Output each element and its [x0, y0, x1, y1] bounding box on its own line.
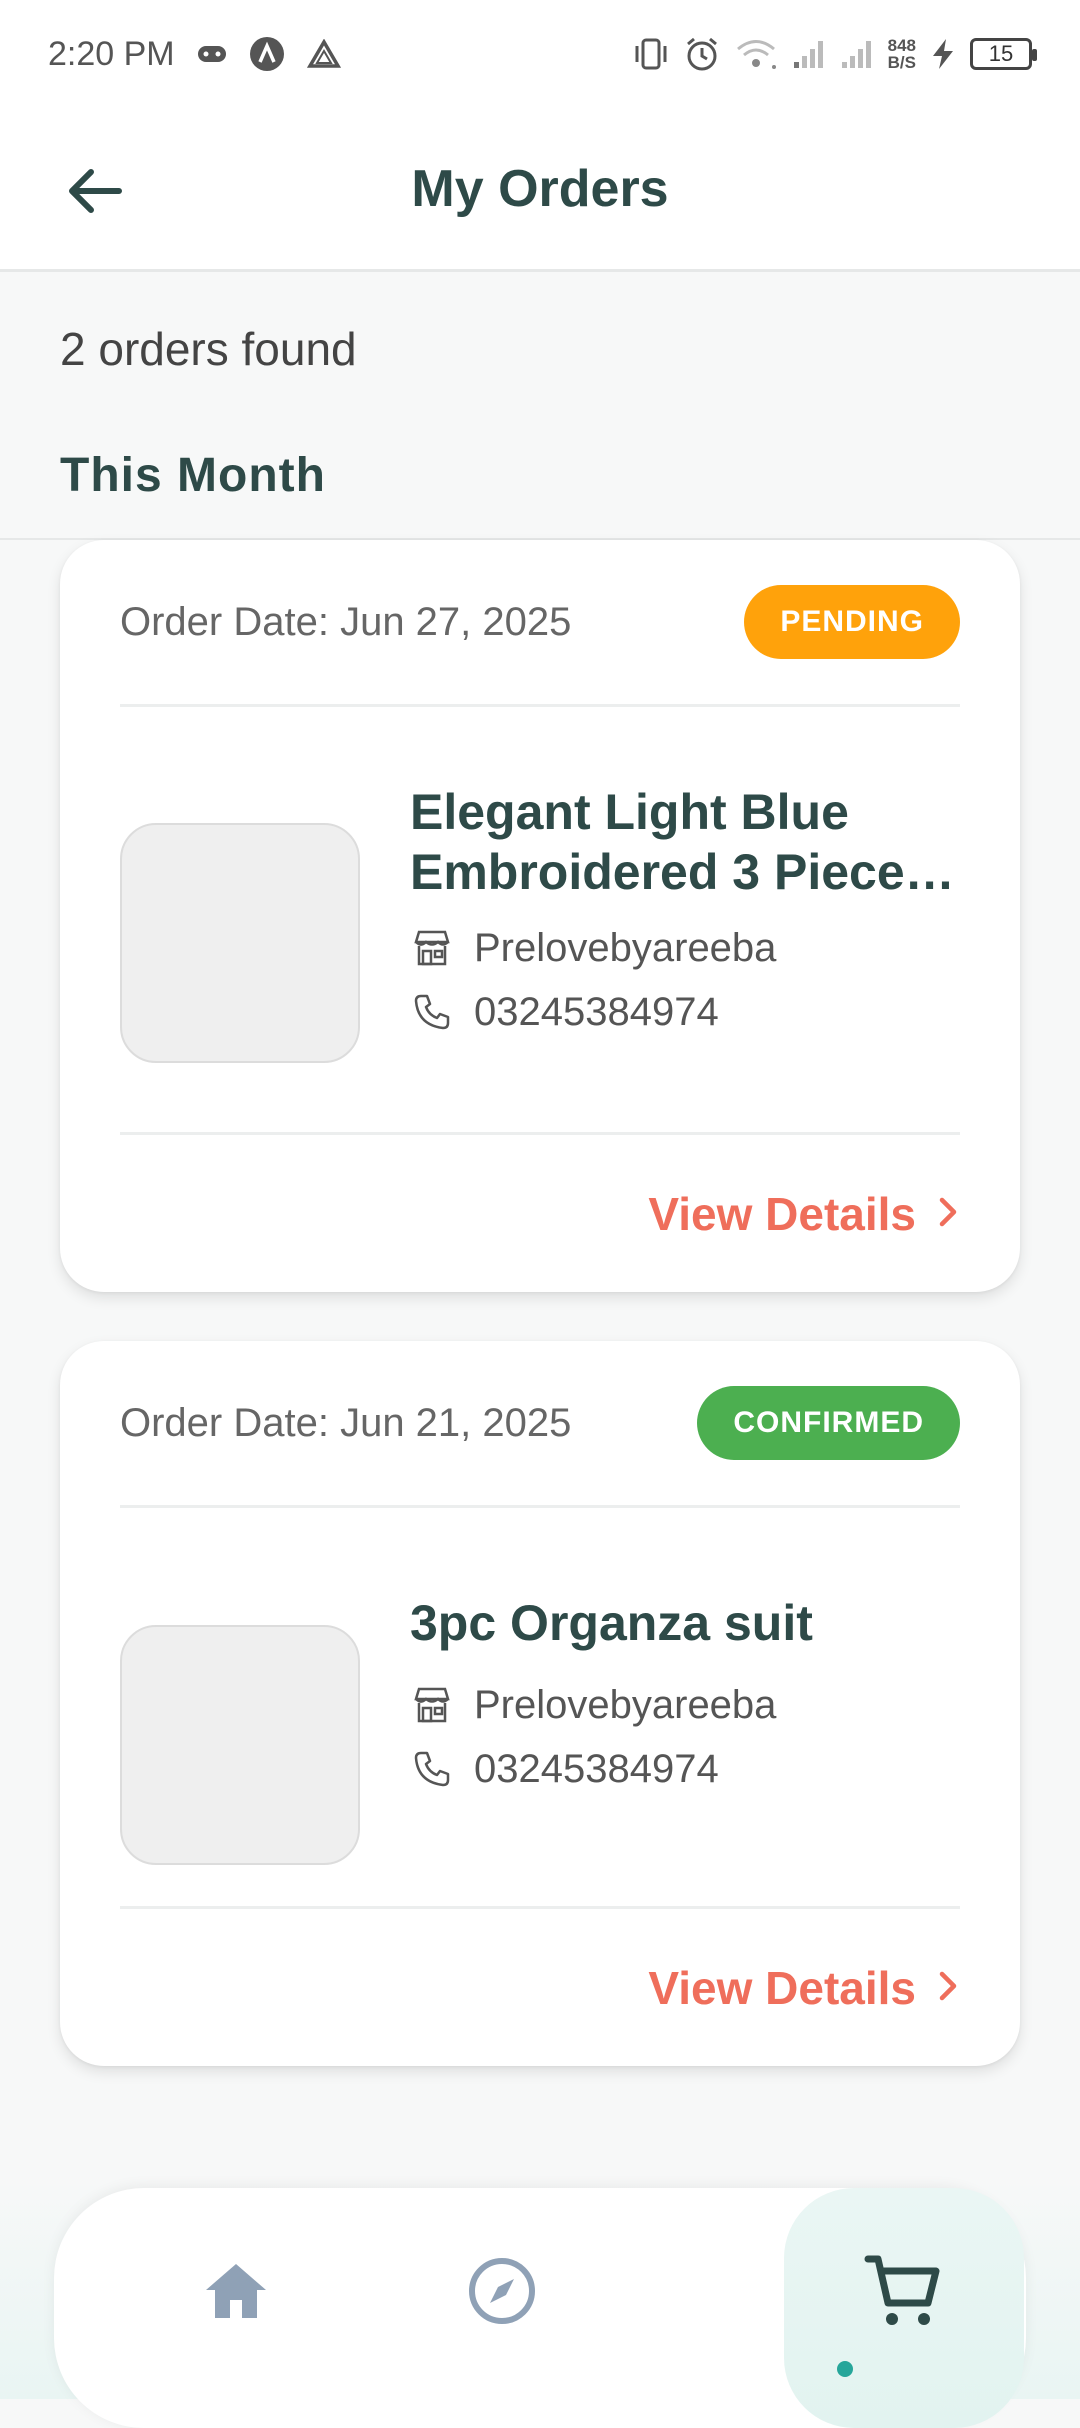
view-details-button[interactable]: View Details — [648, 1961, 960, 2015]
view-details-label: View Details — [648, 1961, 916, 2014]
order-date: Order Date: Jun 21, 2025 — [120, 1400, 572, 1445]
status-badge: PENDING — [744, 585, 960, 659]
status-time: 2:20 PM — [48, 34, 175, 73]
cart-icon — [864, 2253, 944, 2334]
alarm-icon — [684, 36, 720, 72]
order-info: 3pc Organza suit Prelovebyareeba 0324538… — [410, 1593, 960, 1801]
order-card-header: Order Date: Jun 21, 2025 CONFIRMED — [120, 1341, 960, 1508]
vibrate-icon — [632, 37, 670, 71]
product-name: Elegant Light Blue Embroidered 3 Piece S… — [410, 784, 905, 900]
phone-row: 03245384974 — [410, 1737, 960, 1801]
view-details-label: View Details — [648, 1187, 916, 1240]
store-row: Prelovebyareeba — [410, 916, 960, 980]
nav-home[interactable] — [136, 2188, 336, 2398]
nav-explore[interactable] — [402, 2188, 602, 2398]
signal-icon-1 — [792, 38, 826, 70]
network-speed: 848 B/S — [887, 36, 916, 72]
wifi-icon — [734, 37, 778, 71]
order-card-footer: View Details — [120, 1132, 960, 1292]
phone-number: 03245384974 — [474, 989, 719, 1034]
app-notification-icon — [249, 36, 285, 72]
store-name: Prelovebyareeba — [474, 1682, 777, 1727]
order-card[interactable]: Order Date: Jun 27, 2025 PENDING Elegant… — [60, 540, 1020, 1292]
status-badge: CONFIRMED — [697, 1386, 960, 1460]
store-icon — [410, 1683, 454, 1727]
chevron-right-icon — [936, 1187, 960, 1241]
bottom-nav — [54, 2188, 1026, 2428]
nav-cart[interactable] — [784, 2188, 1024, 2428]
phone-row: 03245384974 — [410, 980, 960, 1044]
order-card-header: Order Date: Jun 27, 2025 PENDING — [120, 540, 960, 707]
battery-indicator: 15 — [970, 38, 1037, 70]
phone-number: 03245384974 — [474, 1746, 719, 1791]
app-bar: My Orders — [0, 108, 1080, 272]
store-name: Prelovebyareeba — [474, 925, 777, 970]
product-name: 3pc Organza suit — [410, 1595, 813, 1651]
product-thumbnail — [120, 823, 360, 1063]
store-row: Prelovebyareeba — [410, 1673, 960, 1737]
order-card[interactable]: Order Date: Jun 21, 2025 CONFIRMED 3pc O… — [60, 1341, 1020, 2066]
active-indicator-dot — [837, 2361, 853, 2377]
orders-count: 2 orders found — [60, 323, 357, 375]
arrow-left-icon — [65, 166, 125, 221]
home-icon — [202, 2260, 270, 2327]
phone-icon — [410, 1747, 454, 1791]
order-date: Order Date: Jun 27, 2025 — [120, 599, 572, 644]
compass-icon — [467, 2256, 537, 2331]
drive-icon — [306, 39, 341, 69]
page-title: My Orders — [411, 159, 669, 218]
product-thumbnail — [120, 1625, 360, 1865]
gamepad-icon — [197, 43, 227, 65]
phone-icon — [410, 990, 454, 1034]
section-title: This Month — [60, 449, 326, 502]
order-card-footer: View Details — [120, 1906, 960, 2066]
back-button[interactable] — [60, 158, 130, 228]
signal-icon-2 — [840, 38, 874, 70]
store-icon — [410, 926, 454, 970]
charging-icon — [930, 38, 956, 70]
order-info: Elegant Light Blue Embroidered 3 Piece S… — [410, 782, 960, 1044]
chevron-right-icon — [936, 1961, 960, 2015]
view-details-button[interactable]: View Details — [648, 1187, 960, 1241]
status-bar: 2:20 PM 848 B/S 15 — [0, 0, 1080, 108]
